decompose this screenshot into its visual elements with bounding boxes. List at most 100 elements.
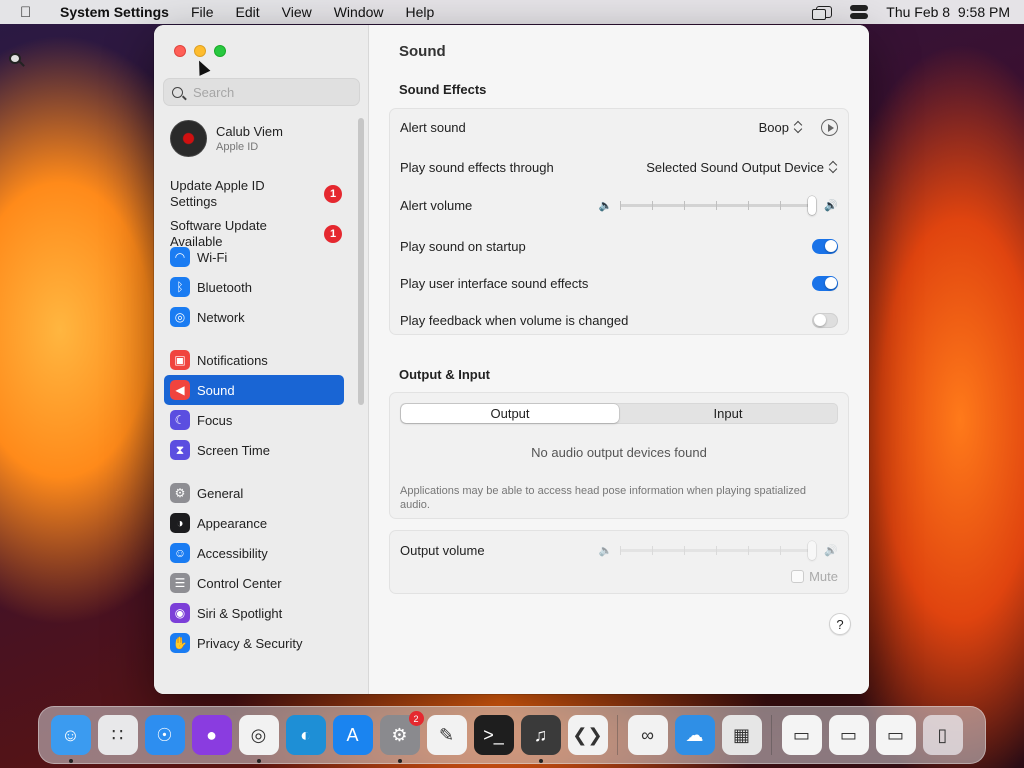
alert-volume-label: Alert volume <box>400 197 473 213</box>
close-window-button[interactable] <box>174 45 186 57</box>
alert-sound-row: Alert sound Boop <box>400 117 838 137</box>
sidebar-item-label: Screen Time <box>197 442 270 458</box>
sidebar-item-notifications[interactable]: ▣ Notifications <box>164 345 344 375</box>
sidebar-scrollbar[interactable] <box>358 118 364 405</box>
mute-label: Mute <box>809 569 838 584</box>
notification-badge: 1 <box>324 225 342 243</box>
window-thumbnail-icon[interactable]: ▭ <box>781 715 822 755</box>
tab-input[interactable]: Input <box>619 404 837 423</box>
alert-sound-popup[interactable]: Boop <box>759 120 803 135</box>
appearance-icon: ◑ <box>170 513 190 533</box>
menu-view[interactable]: View <box>282 4 312 20</box>
firefox-icon[interactable]: ● <box>191 715 232 755</box>
slider-knob[interactable] <box>808 540 817 560</box>
sidebar-search-field[interactable]: Search <box>163 78 360 106</box>
control-center-menubar-icon[interactable] <box>850 5 869 19</box>
trash-icon[interactable]: ▯ <box>922 715 963 755</box>
notice-update-apple-id[interactable]: Update Apple ID Settings 1 <box>170 178 350 210</box>
sidebar-item-network[interactable]: ◎ Network <box>164 302 344 332</box>
menu-help[interactable]: Help <box>406 4 435 20</box>
dock-badge: 2 <box>408 711 424 726</box>
tab-output[interactable]: Output <box>401 404 619 423</box>
safari-compass-icon[interactable]: ☉ <box>144 715 185 755</box>
sidebar-item-appearance[interactable]: ◑ Appearance <box>164 508 344 538</box>
play-alert-sound-button[interactable] <box>821 118 838 136</box>
account-subtitle: Apple ID <box>216 141 259 153</box>
sound-speaker-icon: ◀ <box>170 380 190 400</box>
menu-file[interactable]: File <box>191 4 214 20</box>
sidebar: Search Calub Viem Apple ID Update Apple … <box>154 25 369 694</box>
garageband-guitar-icon[interactable]: ♫ <box>520 715 561 763</box>
sidebar-item-label: Sound <box>197 382 235 398</box>
popup-chevron-icon <box>795 121 803 133</box>
ui-sound-effects-toggle[interactable] <box>812 275 838 291</box>
launchpad-icon[interactable]: ∷ <box>97 715 138 755</box>
window-thumbnail-icon[interactable]: ▭ <box>828 715 869 755</box>
window-thumbnail-icon[interactable]: ▭ <box>875 715 916 755</box>
vscode-icon[interactable]: ❮❯ <box>567 715 608 755</box>
slider-tick <box>716 200 718 210</box>
slider-knob[interactable] <box>808 195 817 215</box>
slider-tick <box>652 200 654 210</box>
sidebar-item-privacy-security[interactable]: ✋ Privacy & Security <box>164 628 344 658</box>
privacy-hand-icon: ✋ <box>170 633 190 653</box>
system-settings-gear-icon[interactable]: ⚙ 2 <box>379 711 424 763</box>
slider-tick <box>780 200 782 210</box>
dock-separator <box>617 715 618 755</box>
finder-icon[interactable]: ☺ <box>50 715 91 763</box>
app-store-icon[interactable]: A <box>332 715 373 755</box>
running-indicator <box>68 759 73 763</box>
menu-app-name[interactable]: System Settings <box>60 4 169 20</box>
startup-sound-toggle[interactable] <box>812 238 838 254</box>
apple-menu-icon[interactable]:  <box>20 4 46 21</box>
sound-effects-heading: Sound Effects <box>399 82 487 97</box>
alert-volume-slider[interactable] <box>620 195 817 215</box>
popup-chevron-icon <box>830 161 838 173</box>
siri-icon: ◉ <box>170 603 190 623</box>
boot-camp-icon[interactable]: ▦ <box>721 715 762 755</box>
menu-window[interactable]: Window <box>334 4 384 20</box>
menubar-clock[interactable]: Thu Feb 8 9:58 PM <box>886 4 1010 20</box>
chrome-icon[interactable]: ◎ <box>238 715 279 763</box>
sidebar-item-siri-spotlight[interactable]: ◉ Siri & Spotlight <box>164 598 344 628</box>
terminal-icon[interactable]: >_ <box>473 715 514 755</box>
no-devices-message: No audio output devices found <box>531 445 707 460</box>
minimize-window-button[interactable] <box>194 45 206 57</box>
play-through-popup[interactable]: Selected Sound Output Device <box>646 160 838 175</box>
textedit-icon[interactable]: ✎ <box>426 715 467 755</box>
screen-mirroring-icon[interactable] <box>812 6 833 20</box>
mute-checkbox[interactable] <box>791 570 805 583</box>
ui-sound-label: Play user interface sound effects <box>400 275 589 291</box>
accessibility-icon: ☺ <box>170 543 190 563</box>
output-input-group: Output Input No audio output devices fou… <box>389 392 849 519</box>
running-indicator <box>256 759 261 763</box>
edge-icon[interactable]: ◐ <box>285 715 326 755</box>
running-indicator <box>538 759 543 763</box>
sidebar-item-general[interactable]: ⚙ General <box>164 478 344 508</box>
dock-separator <box>771 715 772 755</box>
bluetooth-icon: ᛒ <box>170 277 190 297</box>
sidebar-item-accessibility[interactable]: ☺ Accessibility <box>164 538 344 568</box>
slider-tick <box>716 545 718 555</box>
sidebar-item-focus[interactable]: ☾ Focus <box>164 405 344 435</box>
sidebar-item-screen-time[interactable]: ⧗ Screen Time <box>164 435 344 465</box>
sidebar-item-label: Control Center <box>197 575 282 591</box>
slider-tick <box>620 200 622 210</box>
volume-feedback-toggle[interactable] <box>812 312 838 328</box>
zoom-window-button[interactable] <box>214 45 226 57</box>
sidebar-item-sound[interactable]: ◀ Sound <box>164 375 344 405</box>
spotlight-search-icon[interactable] <box>9 53 21 64</box>
page-title: Sound <box>399 43 446 60</box>
output-volume-slider[interactable] <box>620 540 817 560</box>
apple-id-account[interactable]: Calub Viem Apple ID <box>170 120 283 157</box>
visual-studio-icon[interactable]: ∞ <box>627 715 668 755</box>
sidebar-item-bluetooth[interactable]: ᛒ Bluetooth <box>164 272 344 302</box>
slider-tick <box>748 200 750 210</box>
play-through-row: Play sound effects through Selected Soun… <box>400 157 838 177</box>
volume-low-icon: 🔈 <box>598 544 613 557</box>
sidebar-item-control-center[interactable]: ☰ Control Center <box>164 568 344 598</box>
menu-edit[interactable]: Edit <box>236 4 260 20</box>
sidebar-item-wi-fi[interactable]: ◠ Wi-Fi <box>164 242 344 272</box>
help-button[interactable]: ? <box>829 613 851 635</box>
weather-cloud-icon[interactable]: ☁ <box>674 715 715 755</box>
